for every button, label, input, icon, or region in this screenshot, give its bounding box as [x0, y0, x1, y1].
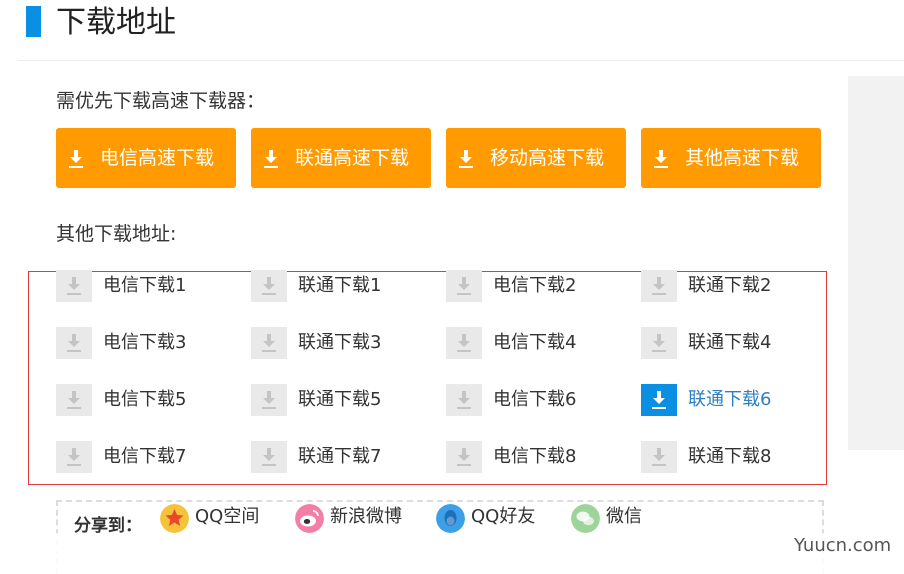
- download-link-label: 电信下载3: [103, 332, 187, 353]
- download-link-label: 联通下载5: [298, 389, 382, 410]
- download-link-11[interactable]: 电信下载6: [446, 384, 626, 416]
- download-link-7[interactable]: 电信下载4: [446, 327, 626, 359]
- download-link-label: 电信下载7: [103, 446, 187, 467]
- download-link-13[interactable]: 电信下载7: [56, 441, 236, 473]
- title-accent-bar: [26, 6, 41, 37]
- unicom-highspeed-button[interactable]: 联通高速下载: [251, 128, 431, 188]
- download-link-14[interactable]: 联通下载7: [251, 441, 431, 473]
- watermark: Yuucn.com: [794, 535, 892, 556]
- download-icon: [56, 384, 92, 416]
- download-link-label: 联通下载6: [688, 389, 772, 410]
- title-divider: [18, 60, 904, 61]
- download-link-16[interactable]: 联通下载8: [641, 441, 821, 473]
- download-link-9[interactable]: 电信下载5: [56, 384, 236, 416]
- download-link-label: 电信下载6: [493, 389, 577, 410]
- button-label: 其他高速下载: [685, 147, 800, 169]
- download-link-5[interactable]: 电信下载3: [56, 327, 236, 359]
- download-icon: [251, 327, 287, 359]
- share-label-qzone: QQ空间: [195, 506, 260, 527]
- download-link-15[interactable]: 电信下载8: [446, 441, 626, 473]
- download-link-label: 联通下载2: [688, 275, 772, 296]
- weibo-icon: [295, 504, 324, 533]
- download-link-label: 联通下载3: [298, 332, 382, 353]
- button-label: 联通高速下载: [295, 147, 410, 169]
- download-link-label: 联通下载1: [298, 275, 382, 296]
- download-link-8[interactable]: 联通下载4: [641, 327, 821, 359]
- download-icon: [654, 150, 668, 168]
- download-icon: [264, 150, 278, 168]
- download-icon: [251, 441, 287, 473]
- download-icon: [641, 441, 677, 473]
- share-label-qq: QQ好友: [471, 506, 536, 527]
- qq-penguin-icon: [436, 504, 465, 533]
- watermark-strip: [0, 533, 904, 574]
- other-highspeed-button[interactable]: 其他高速下载: [641, 128, 821, 188]
- download-link-1[interactable]: 电信下载1: [56, 270, 236, 302]
- download-link-3[interactable]: 电信下载2: [446, 270, 626, 302]
- download-link-2[interactable]: 联通下载1: [251, 270, 431, 302]
- download-link-label: 电信下载4: [493, 332, 577, 353]
- download-link-label: 联通下载8: [688, 446, 772, 467]
- download-icon: [69, 150, 83, 168]
- share-label-weibo: 新浪微博: [330, 506, 402, 527]
- download-link-label: 联通下载7: [298, 446, 382, 467]
- download-icon: [56, 327, 92, 359]
- download-link-label: 电信下载2: [493, 275, 577, 296]
- other-downloads-label: 其他下载地址:: [56, 223, 177, 245]
- share-label-wechat: 微信: [606, 506, 642, 527]
- side-panel: [848, 76, 904, 450]
- download-icon: [251, 270, 287, 302]
- wechat-icon: [571, 504, 600, 533]
- download-link-10[interactable]: 联通下载5: [251, 384, 431, 416]
- download-link-12[interactable]: 联通下载6: [641, 384, 821, 416]
- download-icon: [446, 441, 482, 473]
- download-link-label: 电信下载8: [493, 446, 577, 467]
- download-icon: [641, 270, 677, 302]
- download-icon: [446, 327, 482, 359]
- page-title: 下载地址: [56, 5, 176, 40]
- download-icon: [446, 384, 482, 416]
- download-icon: [641, 327, 677, 359]
- download-icon: [56, 441, 92, 473]
- download-icon: [446, 270, 482, 302]
- mobile-highspeed-button[interactable]: 移动高速下载: [446, 128, 626, 188]
- download-icon: [56, 270, 92, 302]
- download-link-label: 联通下载4: [688, 332, 772, 353]
- download-icon: [641, 384, 677, 416]
- qzone-star-icon: [160, 504, 189, 533]
- highspeed-note: 需优先下载高速下载器：: [56, 90, 266, 112]
- download-link-label: 电信下载5: [103, 389, 187, 410]
- telecom-highspeed-button[interactable]: 电信高速下载: [56, 128, 236, 188]
- download-icon: [459, 150, 473, 168]
- download-link-label: 电信下载1: [103, 275, 187, 296]
- button-label: 移动高速下载: [490, 147, 605, 169]
- button-label: 电信高速下载: [100, 147, 215, 169]
- download-icon: [251, 384, 287, 416]
- download-link-4[interactable]: 联通下载2: [641, 270, 821, 302]
- download-link-6[interactable]: 联通下载3: [251, 327, 431, 359]
